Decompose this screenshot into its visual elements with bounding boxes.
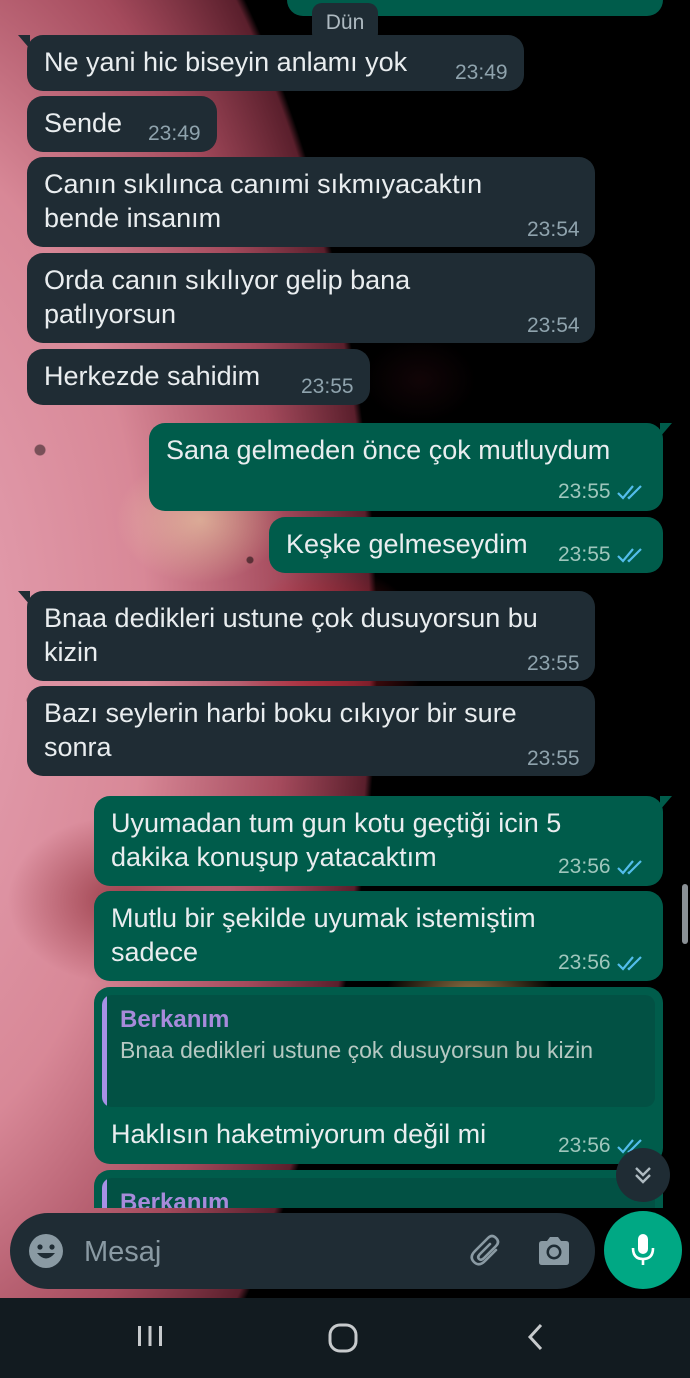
double-chevron-down-icon <box>635 1167 651 1184</box>
message-incoming[interactable]: Herkezde sahidim 23:55 <box>27 349 370 405</box>
paperclip-icon[interactable] <box>468 1233 506 1271</box>
message-time: 23:55 <box>301 375 354 398</box>
message-text: Uyumadan tum gun kotu geçtiği icin 5 dak… <box>111 808 562 872</box>
message-outgoing-reply-partial[interactable]: Berkanım <box>94 1170 663 1208</box>
message-outgoing-reply[interactable]: Berkanım Bnaa dedikleri ustune çok dusuy… <box>94 987 663 1164</box>
message-time: 23:55 <box>527 747 580 770</box>
voice-record-button[interactable] <box>604 1211 682 1289</box>
message-outgoing[interactable]: Keşke gelmeseydim 23:55 <box>269 517 663 573</box>
message-outgoing[interactable]: Sana gelmeden önce çok mutluydum 23:55 <box>149 423 672 511</box>
microphone-icon <box>631 1234 655 1265</box>
scrollbar[interactable] <box>682 884 688 944</box>
message-composer[interactable] <box>10 1213 595 1289</box>
message-text: Ne yani hic biseyin anlamı yok <box>44 47 408 77</box>
message-incoming[interactable]: Ne yani hic biseyin anlamı yok 23:49 <box>18 35 524 91</box>
message-text: Bnaa dedikleri ustune çok dusuyorsun bu … <box>44 603 538 667</box>
camera-icon[interactable] <box>536 1233 572 1269</box>
recent-apps-icon[interactable] <box>136 1322 164 1350</box>
message-text: Mutlu bir şekilde uyumak istemiştim sade… <box>111 903 536 967</box>
message-time: 23:56 <box>558 855 611 878</box>
emoji-icon[interactable] <box>28 1233 64 1269</box>
quoted-message[interactable]: Berkanım <box>102 1178 655 1208</box>
message-input[interactable] <box>82 1231 446 1273</box>
message-time: 23:49 <box>455 61 508 84</box>
double-check-icon <box>616 956 642 971</box>
message-outgoing[interactable]: Mutlu bir şekilde uyumak istemiştim sade… <box>94 891 663 981</box>
message-incoming[interactable]: Bazı seylerin harbi boku cıkıyor bir sur… <box>27 686 595 776</box>
message-outgoing[interactable]: Uyumadan tum gun kotu geçtiği icin 5 dak… <box>94 796 672 886</box>
message-time: 23:55 <box>558 543 611 566</box>
message-text: Canın sıkılınca canımi sıkmıyacaktın ben… <box>44 169 483 233</box>
message-time: 23:54 <box>527 218 580 241</box>
quoted-sender: Berkanım <box>120 1006 230 1033</box>
message-time: 23:49 <box>148 122 201 145</box>
message-incoming[interactable]: Orda canın sıkılıyor gelip bana patlıyor… <box>27 253 595 343</box>
double-check-icon <box>616 485 642 500</box>
message-text: Haklısın haketmiyorum değil mi <box>111 1119 487 1149</box>
message-time: 23:55 <box>527 652 580 675</box>
double-check-icon <box>616 860 642 875</box>
message-incoming[interactable]: Canın sıkılınca canımi sıkmıyacaktın ben… <box>27 157 595 247</box>
message-incoming[interactable]: Bnaa dedikleri ustune çok dusuyorsun bu … <box>18 591 595 681</box>
message-time: 23:56 <box>558 1134 611 1157</box>
message-text: Orda canın sıkılıyor gelip bana patlıyor… <box>44 265 411 329</box>
quoted-message[interactable]: Berkanım Bnaa dedikleri ustune çok dusuy… <box>102 995 655 1107</box>
scroll-to-bottom-button[interactable] <box>616 1148 670 1202</box>
message-time: 23:54 <box>527 314 580 337</box>
double-check-icon <box>616 548 642 563</box>
quoted-sender: Berkanım <box>120 1189 230 1208</box>
message-list[interactable]: Dün Ne yani hic biseyin anlamı yok 23:49… <box>0 0 690 1208</box>
back-icon[interactable] <box>524 1322 548 1352</box>
message-time: 23:55 <box>558 480 611 503</box>
message-text: Bazı seylerin harbi boku cıkıyor bir sur… <box>44 698 517 762</box>
message-text: Sana gelmeden önce çok mutluydum <box>166 435 611 465</box>
quoted-text: Bnaa dedikleri ustune çok dusuyorsun bu … <box>120 1037 594 1063</box>
home-icon[interactable] <box>327 1322 359 1354</box>
message-incoming[interactable]: Sende 23:49 <box>27 96 217 152</box>
system-navigation-bar <box>0 1298 690 1378</box>
message-time: 23:56 <box>558 951 611 974</box>
